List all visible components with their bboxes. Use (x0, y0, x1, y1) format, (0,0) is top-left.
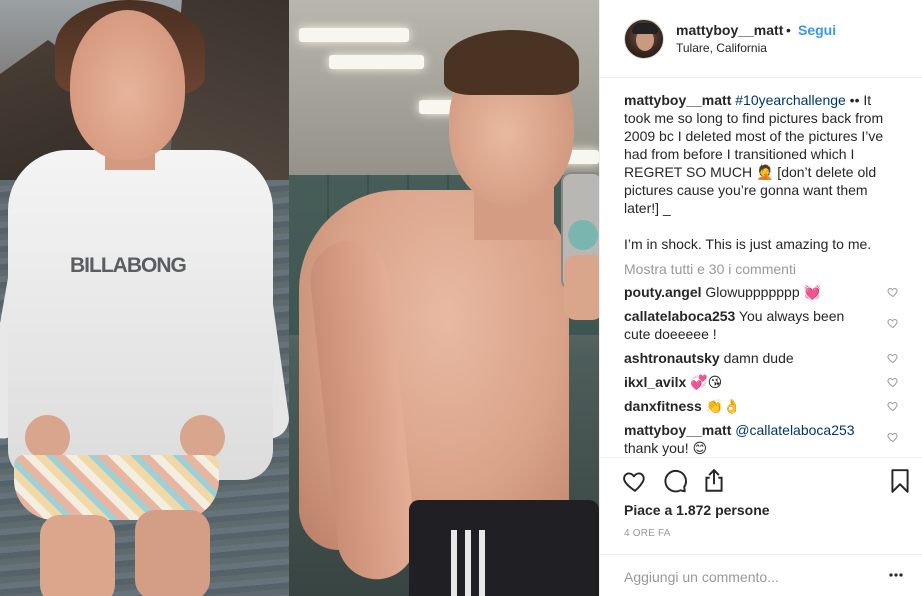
comment-username[interactable]: danxfitness (624, 398, 702, 414)
ceiling-light (299, 28, 409, 42)
hand (180, 415, 225, 460)
hand (564, 255, 599, 320)
comment-item: ikxl_avilx 💞😘 (624, 373, 899, 391)
comment-emoji: 💓 (803, 284, 821, 300)
shorts-stripe (465, 530, 471, 596)
comment-item: pouty.angel Glowuppppppp 💓 (624, 283, 899, 301)
comment-item: danxfitness 👏👌 (624, 397, 899, 415)
post-photo[interactable]: BILLABONG (0, 0, 599, 596)
add-comment-bar (600, 554, 922, 596)
leg (135, 510, 210, 596)
bookmark-icon[interactable] (887, 468, 913, 494)
comment-heart-icon[interactable] (887, 352, 899, 364)
phone-grip (568, 220, 598, 250)
comment-heart-icon[interactable] (887, 431, 899, 443)
avatar[interactable] (624, 19, 664, 59)
comment-username[interactable]: ashtronautsky (624, 350, 720, 366)
share-icon[interactable] (701, 468, 727, 494)
comment-emoji: 👏👌 (705, 398, 741, 414)
photo-before-2009: BILLABONG (0, 0, 289, 596)
comment-item: callatelaboca253 You always been cute do… (624, 307, 899, 343)
post-actions: Piace a 1.872 persone 4 ORE FA (600, 457, 922, 593)
post-side-panel: mattyboy__matt • Segui Tulare, Californi… (599, 0, 922, 596)
comment-text: damn dude (719, 350, 794, 366)
heart-icon[interactable] (622, 468, 648, 494)
more-options-icon[interactable] (889, 566, 903, 584)
comments-list[interactable]: mattyboy__matt #10yearchallenge •• It to… (600, 79, 922, 457)
comment-item: mattyboy__matt @callatelaboca253 thank y… (624, 421, 899, 457)
separator-dot: • (786, 22, 791, 38)
header-username[interactable]: mattyboy__matt (676, 22, 783, 38)
comment-heart-icon[interactable] (887, 286, 899, 298)
comment-emoji: 😊 (692, 440, 708, 456)
hair (444, 30, 579, 95)
comment-username[interactable]: callatelaboca253 (624, 308, 735, 324)
comment-username[interactable]: ikxl_avilx (624, 374, 686, 390)
hashtag-link[interactable]: #10yearchallenge (735, 92, 846, 108)
follow-button[interactable]: Segui (798, 22, 836, 38)
shirt-logo: BILLABONG (70, 254, 187, 277)
comment-heart-icon[interactable] (887, 400, 899, 412)
comment-text: Glowuppppppp (701, 284, 804, 300)
view-all-comments-button[interactable]: Mostra tutti e 30 i commenti (624, 261, 899, 277)
comment-icon[interactable] (662, 468, 688, 494)
comment-username[interactable]: pouty.angel (624, 284, 702, 300)
avatar-hat (632, 23, 658, 34)
shorts-stripe (479, 530, 485, 596)
likes-count[interactable]: Piace a 1.872 persone (624, 502, 770, 518)
hand (25, 415, 70, 460)
instagram-post: BILLABONG mattyboy__matt • Segui Tulare,… (0, 0, 922, 596)
post-timestamp[interactable]: 4 ORE FA (624, 528, 671, 539)
photo-after-2019 (289, 0, 599, 596)
leg (40, 515, 115, 596)
location-link[interactable]: Tulare, California (676, 41, 767, 55)
comment-text: thank you! (624, 440, 693, 456)
comment-username[interactable]: mattyboy__matt (624, 422, 731, 438)
mention-link[interactable]: @callatelaboca253 (735, 422, 854, 438)
face (70, 10, 185, 160)
comment-heart-icon[interactable] (887, 376, 899, 388)
caption-username[interactable]: mattyboy__matt (624, 92, 731, 108)
comment-heart-icon[interactable] (887, 317, 899, 329)
facepalm-emoji: 🤦 (755, 164, 774, 180)
post-caption: mattyboy__matt #10yearchallenge •• It to… (624, 91, 892, 217)
post-header: mattyboy__matt • Segui Tulare, Californi… (600, 0, 922, 78)
shorts-stripe (451, 530, 457, 596)
comment-item: ashtronautsky damn dude (624, 349, 899, 367)
add-comment-input[interactable] (624, 567, 864, 587)
ceiling-light (329, 55, 424, 69)
caption-text: I’m in shock. This is just amazing to me… (624, 236, 872, 252)
black-shorts (409, 500, 599, 596)
comment-emoji: 💞😘 (690, 374, 723, 390)
